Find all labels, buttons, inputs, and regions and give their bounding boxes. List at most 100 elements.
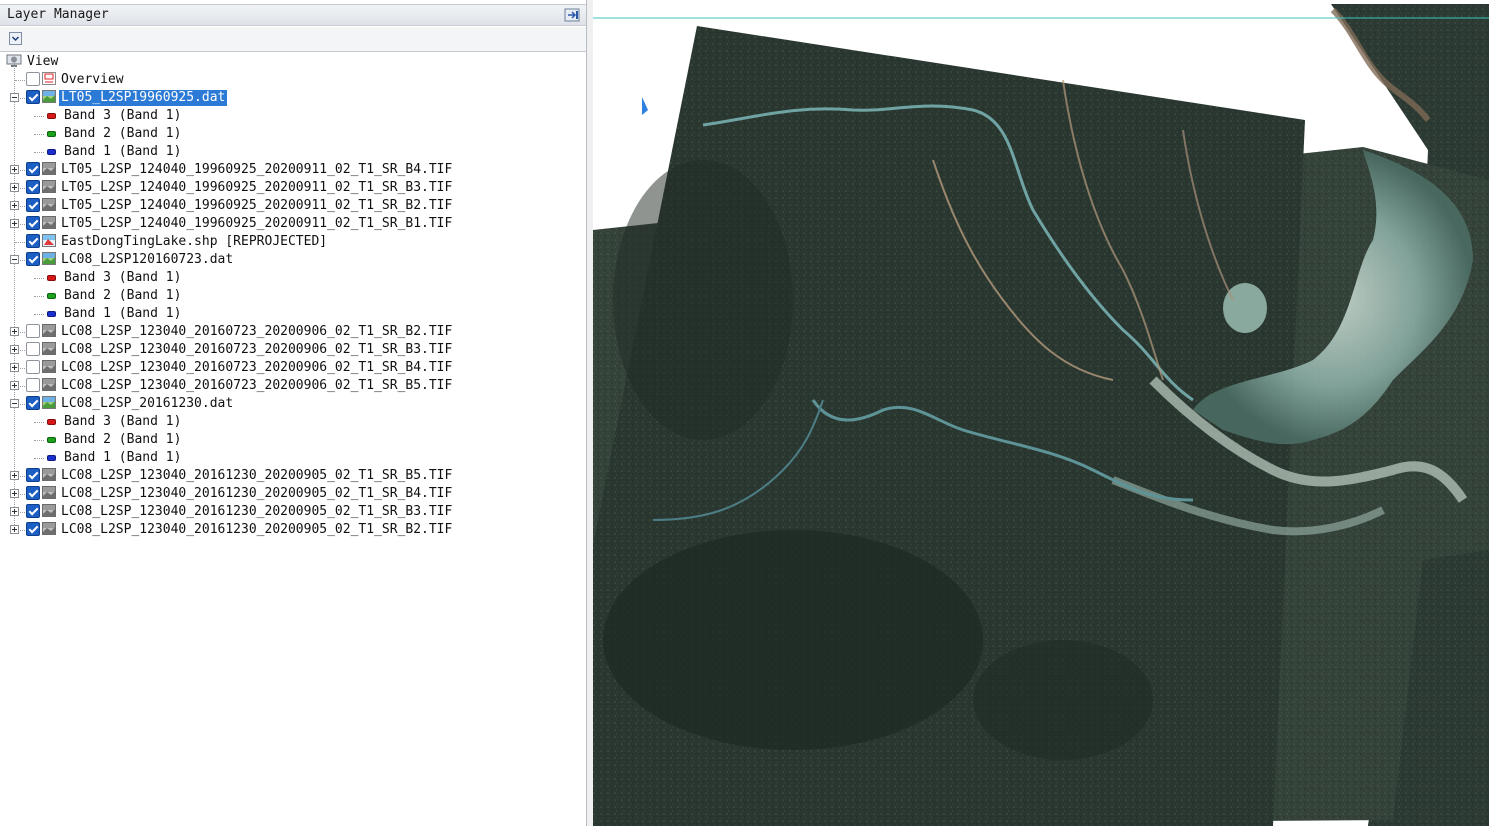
map-view[interactable] xyxy=(593,0,1489,826)
tree-guide-line xyxy=(15,242,25,243)
layer-item[interactable]: LT05_L2SP_124040_19960925_20200911_02_T1… xyxy=(0,179,586,197)
expand-toggle[interactable] xyxy=(10,363,19,372)
layer-item[interactable]: LC08_L2SP_123040_20160723_20200906_02_T1… xyxy=(0,323,586,341)
expand-toggle[interactable] xyxy=(10,471,19,480)
layer-visibility-checkbox[interactable] xyxy=(26,72,40,86)
layer-name: LC08_L2SP_123040_20160723_20200906_02_T1… xyxy=(61,378,453,393)
expand-toggle[interactable] xyxy=(10,201,19,210)
layer-item[interactable]: LC08_L2SP_123040_20161230_20200905_02_T1… xyxy=(0,503,586,521)
band-item[interactable]: Band 2 (Band 1) xyxy=(0,287,586,305)
layer-visibility-checkbox[interactable] xyxy=(26,216,40,230)
layer-item[interactable]: LC08_L2SP_123040_20161230_20200905_02_T1… xyxy=(0,485,586,503)
band-item[interactable]: Band 3 (Band 1) xyxy=(0,107,586,125)
band-item[interactable]: Band 1 (Band 1) xyxy=(0,305,586,323)
layer-name: LC08_L2SP_123040_20161230_20200905_02_T1… xyxy=(61,522,453,537)
band-item[interactable]: Band 1 (Band 1) xyxy=(0,449,586,467)
layer-visibility-checkbox[interactable] xyxy=(26,378,40,392)
expand-toggle[interactable] xyxy=(10,489,19,498)
layer-item[interactable]: LT05_L2SP_124040_19960925_20200911_02_T1… xyxy=(0,161,586,179)
layer-visibility-checkbox[interactable] xyxy=(26,234,40,248)
layer-tree: View Overview LT05_L2SP19960925.dat Band 3… xyxy=(0,52,586,826)
satellite-image-mosaic xyxy=(593,4,1489,826)
band-item[interactable]: Band 2 (Band 1) xyxy=(0,125,586,143)
tree-guide-line xyxy=(34,458,44,459)
layer-item-overview[interactable]: Overview xyxy=(0,71,586,89)
expand-toggle[interactable] xyxy=(10,525,19,534)
layer-visibility-checkbox[interactable] xyxy=(26,342,40,356)
band-item[interactable]: Band 1 (Band 1) xyxy=(0,143,586,161)
grayscale-raster-icon xyxy=(42,342,56,355)
layer-visibility-checkbox[interactable] xyxy=(26,198,40,212)
layer-toolbar xyxy=(0,27,586,52)
layer-name: LT05_L2SP19960925.dat xyxy=(59,90,228,106)
panel-title-bar: Layer Manager xyxy=(0,4,586,26)
layer-item[interactable]: LC08_L2SP_123040_20161230_20200905_02_T1… xyxy=(0,521,586,539)
layer-item[interactable]: LT05_L2SP19960925.dat xyxy=(0,89,586,107)
grayscale-raster-icon xyxy=(42,180,56,193)
layer-item[interactable]: LC08_L2SP120160723.dat xyxy=(0,251,586,269)
layer-visibility-checkbox[interactable] xyxy=(26,486,40,500)
expand-toggle[interactable] xyxy=(10,219,19,228)
panel-title: Layer Manager xyxy=(7,7,109,22)
grayscale-raster-icon xyxy=(42,468,56,481)
grayscale-raster-icon xyxy=(42,486,56,499)
band-color-swatch xyxy=(47,419,56,425)
layer-item[interactable]: LT05_L2SP_124040_19960925_20200911_02_T1… xyxy=(0,197,586,215)
layer-visibility-checkbox[interactable] xyxy=(26,468,40,482)
layer-name: LT05_L2SP_124040_19960925_20200911_02_T1… xyxy=(61,198,453,213)
collapse-toggle[interactable] xyxy=(10,93,19,102)
expand-toggle[interactable] xyxy=(10,381,19,390)
layer-name: LT05_L2SP_124040_19960925_20200911_02_T1… xyxy=(61,162,453,177)
expand-toggle[interactable] xyxy=(10,183,19,192)
layer-visibility-checkbox[interactable] xyxy=(26,90,40,104)
expand-toggle[interactable] xyxy=(10,327,19,336)
layer-name: LC08_L2SP_123040_20161230_20200905_02_T1… xyxy=(61,504,453,519)
pin-icon[interactable] xyxy=(564,8,580,22)
layer-item[interactable]: LC08_L2SP_123040_20160723_20200906_02_T1… xyxy=(0,359,586,377)
band-item[interactable]: Band 2 (Band 1) xyxy=(0,431,586,449)
raster-icon xyxy=(42,252,56,265)
expand-toggle[interactable] xyxy=(10,345,19,354)
raster-icon xyxy=(42,396,56,409)
layer-item[interactable]: EastDongTingLake.shp [REPROJECTED] xyxy=(0,233,586,251)
layer-name: LC08_L2SP_123040_20160723_20200906_02_T1… xyxy=(61,360,453,375)
collapse-toggle[interactable] xyxy=(10,399,19,408)
collapse-toggle[interactable] xyxy=(10,255,19,264)
expand-toggle[interactable] xyxy=(10,507,19,516)
grayscale-raster-icon xyxy=(42,324,56,337)
band-name: Band 2 (Band 1) xyxy=(64,432,182,447)
layer-name: LC08_L2SP_123040_20161230_20200905_02_T1… xyxy=(61,486,453,501)
layer-visibility-checkbox[interactable] xyxy=(26,360,40,374)
layer-visibility-checkbox[interactable] xyxy=(26,396,40,410)
layer-visibility-checkbox[interactable] xyxy=(26,504,40,518)
layer-item[interactable]: LC08_L2SP_123040_20160723_20200906_02_T1… xyxy=(0,341,586,359)
cursor-icon xyxy=(642,97,648,115)
layer-visibility-checkbox[interactable] xyxy=(26,522,40,536)
layer-visibility-checkbox[interactable] xyxy=(26,180,40,194)
band-color-swatch xyxy=(47,113,56,119)
layer-item[interactable]: LT05_L2SP_124040_19960925_20200911_02_T1… xyxy=(0,215,586,233)
band-name: Band 1 (Band 1) xyxy=(64,144,182,159)
layer-name: LC08_L2SP120160723.dat xyxy=(61,252,234,267)
tree-root-view[interactable]: View xyxy=(0,53,120,71)
layer-name: LC08_L2SP_123040_20160723_20200906_02_T1… xyxy=(61,324,453,339)
band-color-swatch xyxy=(47,275,56,281)
band-item[interactable]: Band 3 (Band 1) xyxy=(0,269,586,287)
layer-item[interactable]: LC08_L2SP_123040_20160723_20200906_02_T1… xyxy=(0,377,586,395)
band-name: Band 3 (Band 1) xyxy=(64,108,182,123)
layer-item[interactable]: LC08_L2SP_20161230.dat xyxy=(0,395,586,413)
band-color-swatch xyxy=(47,455,56,461)
band-item[interactable]: Band 3 (Band 1) xyxy=(0,413,586,431)
overview-icon xyxy=(42,72,56,85)
layer-visibility-checkbox[interactable] xyxy=(26,162,40,176)
layer-name: EastDongTingLake.shp [REPROJECTED] xyxy=(61,234,328,249)
band-name: Band 3 (Band 1) xyxy=(64,270,182,285)
expand-toggle[interactable] xyxy=(10,165,19,174)
grayscale-raster-icon xyxy=(42,378,56,391)
layer-visibility-checkbox[interactable] xyxy=(26,324,40,338)
layer-visibility-checkbox[interactable] xyxy=(26,252,40,266)
layer-item[interactable]: LC08_L2SP_123040_20161230_20200905_02_T1… xyxy=(0,467,586,485)
layer-options-dropdown[interactable] xyxy=(9,32,22,45)
band-name: Band 1 (Band 1) xyxy=(64,306,182,321)
layer-name: LT05_L2SP_124040_19960925_20200911_02_T1… xyxy=(61,180,453,195)
